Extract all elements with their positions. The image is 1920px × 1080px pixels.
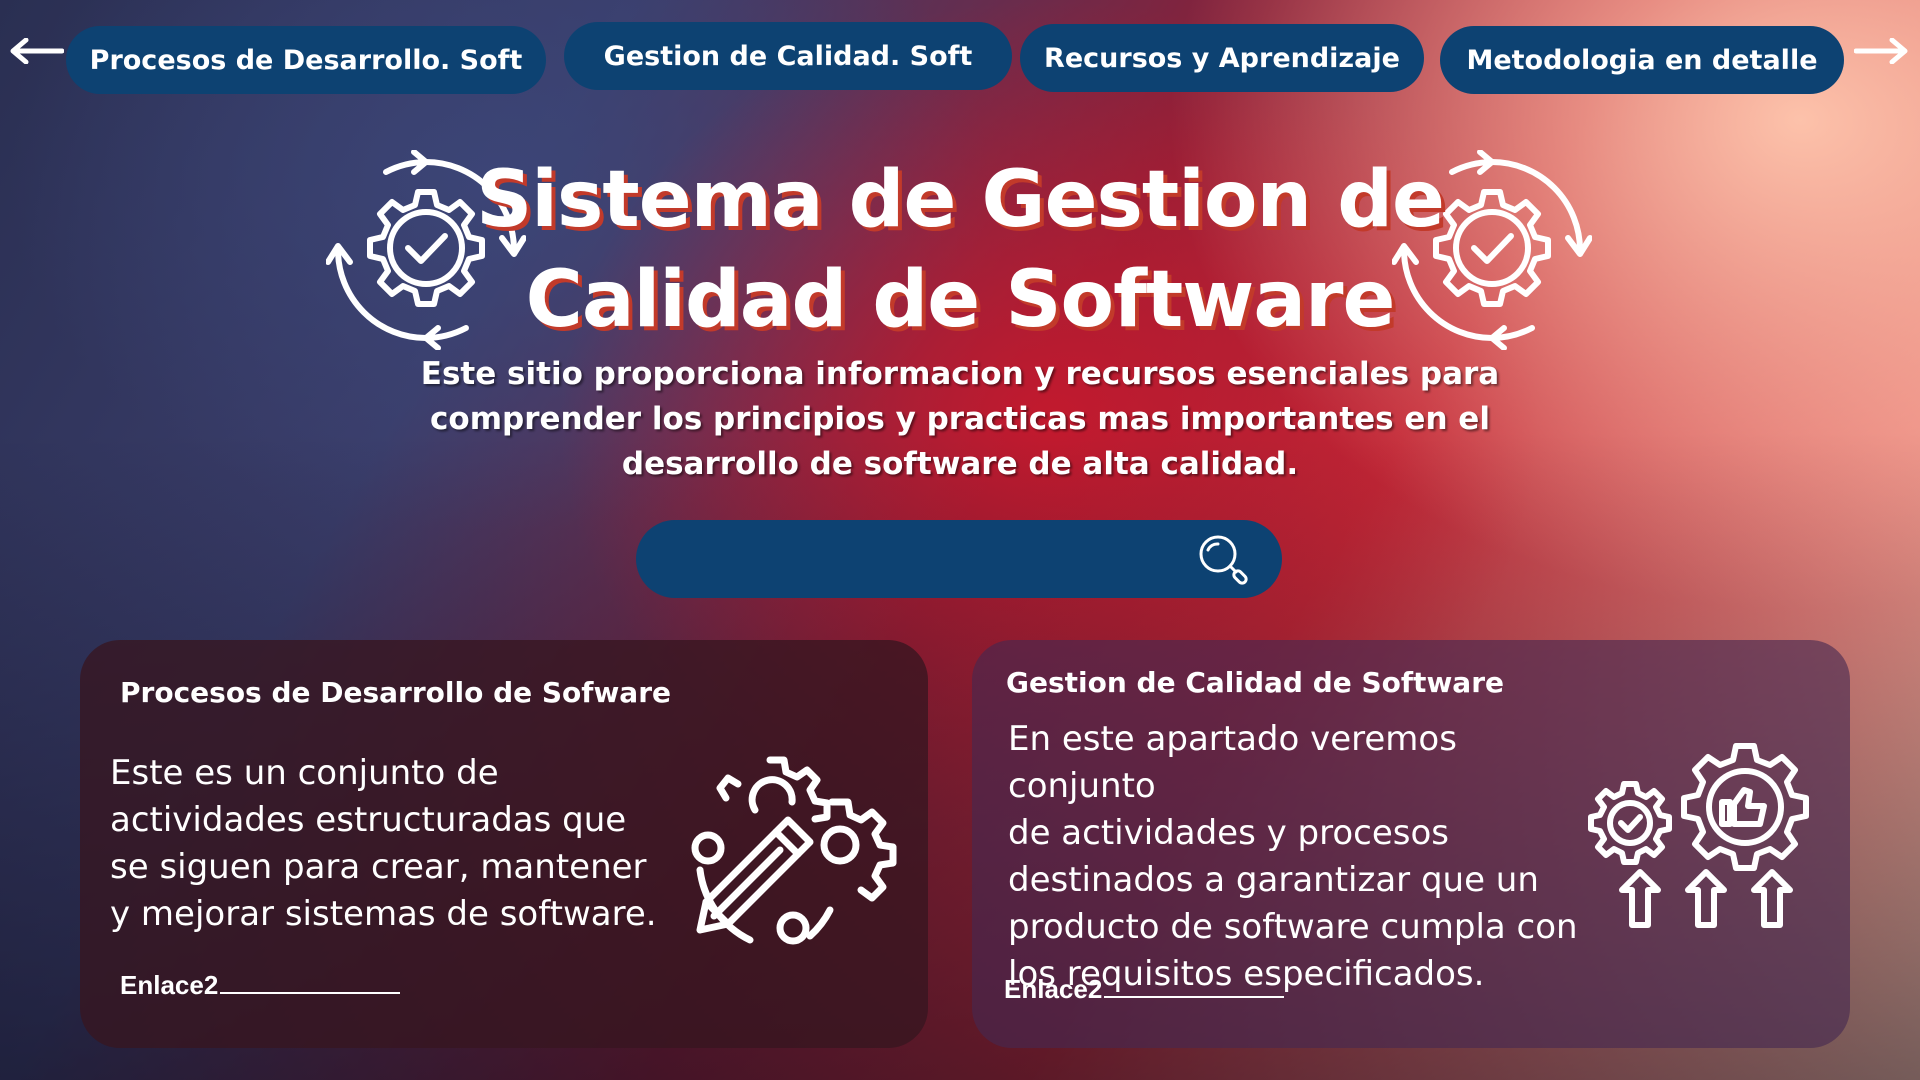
- subtitle-line: Este sitio proporciona informacion y rec…: [420, 356, 1500, 392]
- search-icon[interactable]: [1196, 534, 1252, 586]
- nav-button-label: Gestion de Calidad. Soft: [603, 40, 973, 72]
- nav-button-label: Procesos de Desarrollo. Soft: [89, 44, 523, 76]
- card-description: En este apartado veremos conjunto de act…: [1008, 716, 1608, 998]
- card-text-line: y mejorar sistemas de software.: [110, 894, 657, 934]
- card-gestion: Gestion de Calidad de Software En este a…: [972, 640, 1850, 1048]
- nav-button-recursos[interactable]: Recursos y Aprendizaje: [1020, 24, 1424, 92]
- subtitle-line: comprender los principios y practicas ma…: [430, 401, 1490, 437]
- card-link-label: Enlace2: [120, 970, 219, 1000]
- card-text-line: producto de software cumpla con: [1008, 907, 1578, 947]
- gears-pencil-icon: [691, 756, 897, 945]
- title-line: Calidad de Software: [525, 255, 1396, 345]
- nav-button-metodologia[interactable]: Metodologia en detalle: [1440, 26, 1844, 94]
- card-text-line: actividades estructuradas que: [110, 800, 627, 840]
- card-text-line: de actividades y procesos: [1008, 813, 1450, 853]
- link-underline: [1104, 996, 1285, 998]
- card-text-line: En este apartado veremos conjunto: [1008, 719, 1457, 806]
- nav-button-gestion[interactable]: Gestion de Calidad. Soft: [564, 22, 1012, 90]
- card-heading: Gestion de Calidad de Software: [1006, 666, 1504, 699]
- title-line: Sistema de Gestion de: [476, 155, 1445, 245]
- nav-button-label: Metodologia en detalle: [1466, 44, 1818, 76]
- nav-button-procesos[interactable]: Procesos de Desarrollo. Soft: [66, 26, 546, 94]
- card-link[interactable]: Enlace2: [120, 970, 401, 1001]
- arrow-right-icon[interactable]: [1854, 38, 1910, 64]
- card-text-line: Este es un conjunto de: [110, 753, 499, 793]
- nav-button-label: Recursos y Aprendizaje: [1044, 42, 1400, 74]
- search-input[interactable]: [636, 520, 1282, 598]
- page-title: Sistema de Gestion de Calidad de Softwar…: [440, 150, 1480, 350]
- card-heading: Procesos de Desarrollo de Sofware: [120, 676, 672, 709]
- card-link-label: Enlace2: [1004, 974, 1103, 1004]
- page-subtitle: Este sitio proporciona informacion y rec…: [400, 352, 1520, 487]
- link-underline: [220, 992, 401, 994]
- card-text-line: se siguen para crear, mantener: [110, 847, 647, 887]
- gears-thumbs-up-icon: [1588, 743, 1809, 928]
- card-procesos: Procesos de Desarrollo de Sofware Este e…: [80, 640, 928, 1048]
- card-link[interactable]: Enlace2: [1004, 974, 1285, 1005]
- subtitle-line: desarrollo de software de alta calidad.: [621, 446, 1299, 482]
- card-description: Este es un conjunto de actividades estru…: [110, 750, 670, 938]
- card-text-line: destinados a garantizar que un: [1008, 860, 1539, 900]
- arrow-left-icon[interactable]: [8, 38, 64, 64]
